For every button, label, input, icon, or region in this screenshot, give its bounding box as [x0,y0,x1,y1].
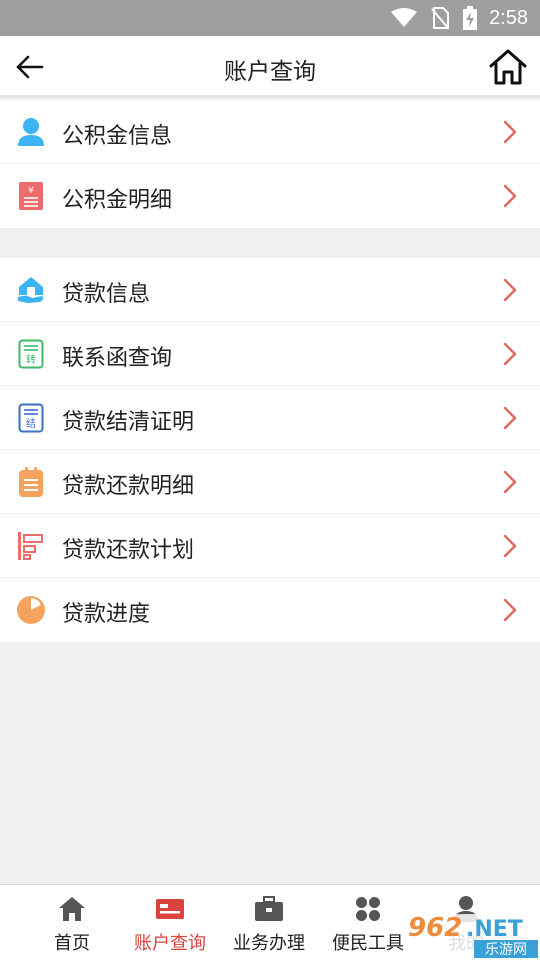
account-card-icon [155,895,185,923]
svg-text:¥: ¥ [28,186,34,196]
menu-item-contact-letter[interactable]: 转 联系函查询 [0,322,540,386]
chevron-right-icon [502,120,518,144]
tab-label: 首页 [54,933,90,954]
battery-charging-icon [463,6,478,30]
menu-item-repayment-plan[interactable]: 贷款还款计划 [0,514,540,578]
tab-business[interactable]: 业务办理 [219,885,319,960]
svg-text:转: 转 [26,353,36,366]
menu-item-loan-progress[interactable]: 贷款进度 [0,578,540,642]
home-tab-icon [57,895,87,923]
chevron-right-icon [502,342,518,366]
menu-item-repayment-detail[interactable]: 贷款还款明细 [0,450,540,514]
tab-label: 账户查询 [134,933,206,954]
svg-text:962: 962 [408,913,462,943]
chevron-right-icon [502,598,518,622]
person-icon [16,116,46,148]
menu-item-label: 公积金信息 [62,124,173,149]
menu-item-settlement-cert[interactable]: 结 贷款结清证明 [0,386,540,450]
chevron-right-icon [502,406,518,430]
screen: 2:58 账户查询 公积金信息 ¥ 公积金明细 贷款信息 转 联系函查询 结 贷… [0,0,540,960]
menu-group-loan: 贷款信息 转 联系函查询 结 贷款结清证明 贷款还款明细 贷款还款计划 贷款进度 [0,258,540,642]
receipt-yen-icon: ¥ [16,180,46,212]
tab-label: 业务办理 [233,933,305,954]
svg-text:.NET: .NET [466,917,523,942]
progress-pie-icon [16,594,46,626]
transfer-doc-icon: 转 [16,338,46,370]
chevron-right-icon [502,534,518,558]
chevron-right-icon [502,184,518,208]
svg-text:结: 结 [26,417,36,430]
menu-item-label: 联系函查询 [62,346,173,371]
chevron-right-icon [502,278,518,302]
menu-item-loan-info[interactable]: 贷款信息 [0,258,540,322]
menu-item-label: 贷款进度 [62,602,151,627]
menu-item-label: 公积金明细 [62,188,173,213]
status-bar: 2:58 [0,0,540,36]
plan-bars-icon [16,530,46,562]
menu-item-label: 贷款还款计划 [62,538,195,563]
chevron-right-icon [502,470,518,494]
four-dots-icon [353,895,383,923]
menu-item-fund-info[interactable]: 公积金信息 [0,100,540,164]
status-time: 2:58 [489,6,528,29]
wifi-icon [391,8,418,28]
briefcase-icon [254,895,284,923]
no-sim-icon [431,7,450,29]
tab-account-query[interactable]: 账户查询 [120,885,220,960]
settled-doc-icon: 结 [16,402,46,434]
page-title: 账户查询 [224,59,316,85]
tab-home[interactable]: 首页 [22,885,122,960]
home-icon[interactable] [488,47,528,87]
house-hand-icon [16,274,46,306]
app-header: 账户查询 [0,36,540,98]
tab-label: 便民工具 [332,933,404,954]
menu-item-label: 贷款还款明细 [62,474,195,499]
svg-text:乐游网: 乐游网 [485,942,527,958]
menu-item-label: 贷款结清证明 [62,410,195,435]
watermark-logo: 962 .NET 乐游网 [402,906,540,960]
menu-group-fund: 公积金信息 ¥ 公积金明细 [0,100,540,228]
menu-item-label: 贷款信息 [62,282,151,307]
menu-item-fund-detail[interactable]: ¥ 公积金明细 [0,164,540,228]
clipboard-icon [16,466,46,498]
